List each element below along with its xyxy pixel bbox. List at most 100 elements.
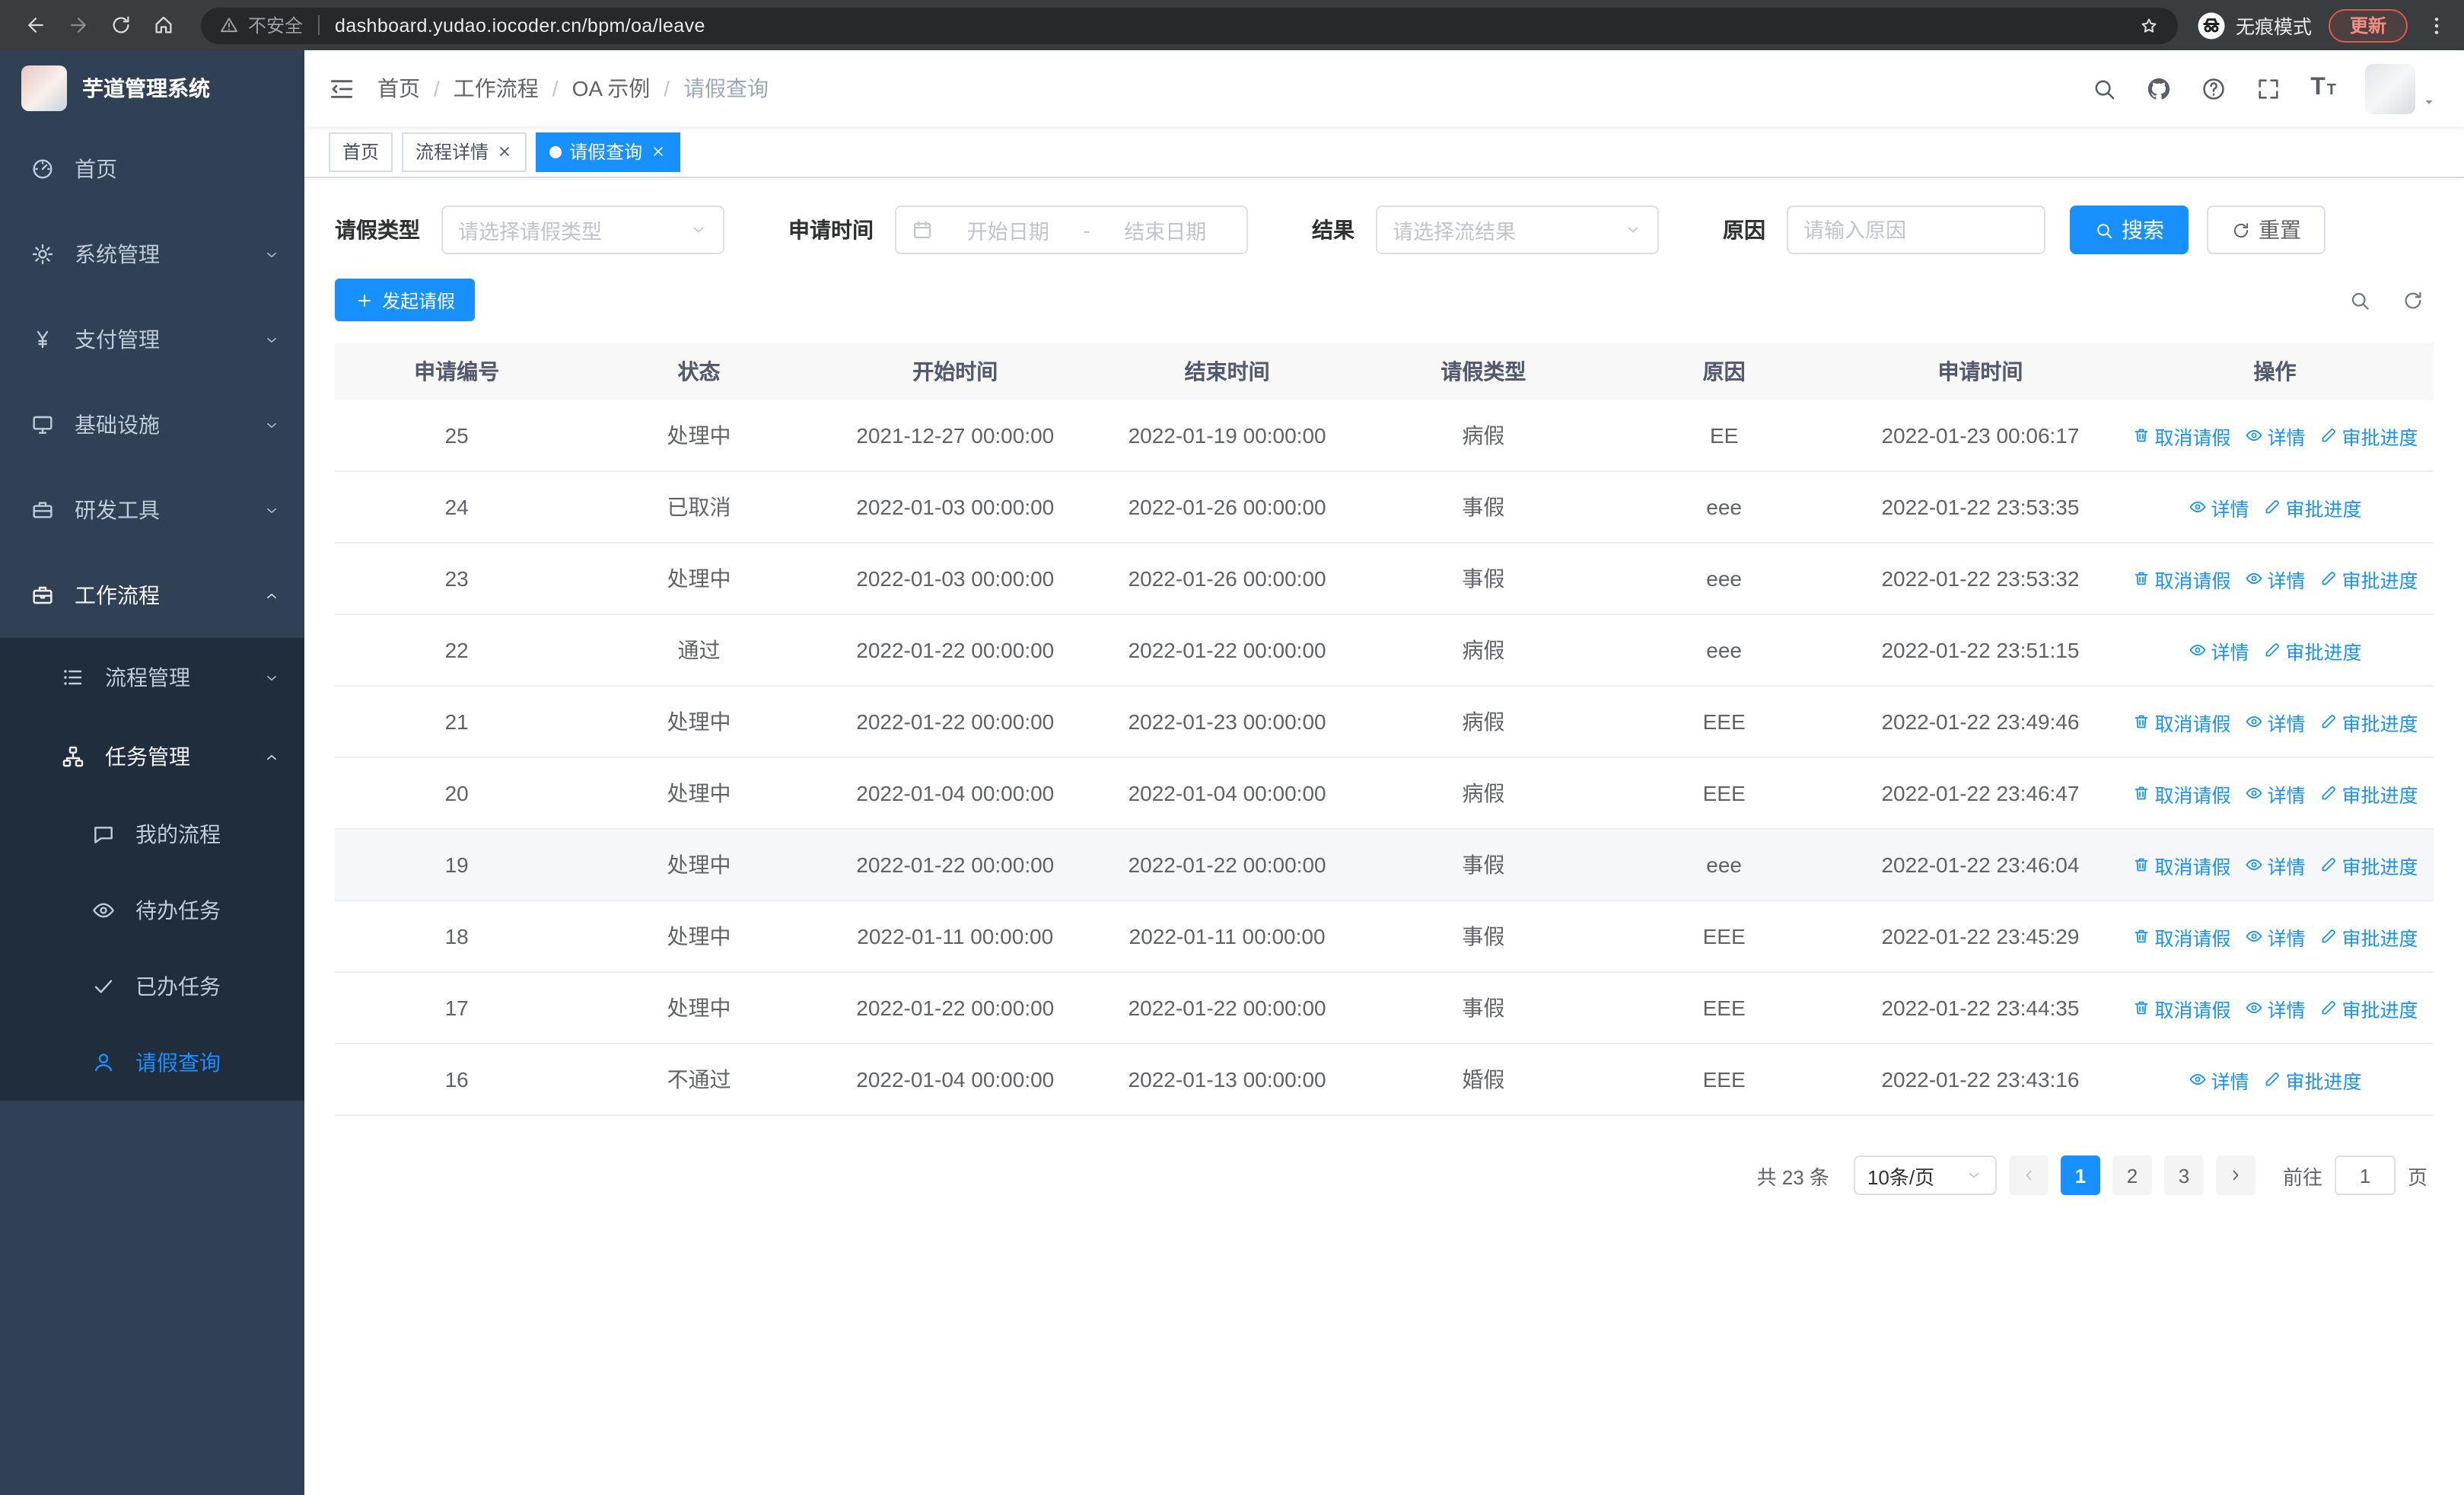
chevron-down-icon (1965, 1166, 1983, 1184)
browser-menu-button[interactable] (2424, 13, 2449, 37)
close-icon[interactable] (650, 143, 667, 160)
sidebar-item-devtools[interactable]: 研发工具 (0, 467, 304, 553)
fullscreen-button[interactable] (2255, 75, 2281, 101)
detail-action-link[interactable]: 详情 (2245, 707, 2306, 736)
sidebar-item-leave-query[interactable]: 请假查询 (0, 1025, 304, 1101)
close-icon[interactable] (496, 143, 513, 160)
forward-icon (66, 14, 89, 37)
column-header: 申请时间 (1937, 359, 2023, 384)
detail-action-link[interactable]: 详情 (2245, 922, 2306, 951)
toggle-search-button[interactable] (2348, 288, 2371, 311)
progress-action-link[interactable]: 审批进度 (2319, 993, 2418, 1022)
bookmark-star-icon[interactable] (2138, 14, 2160, 36)
page-button-1[interactable]: 1 (2060, 1156, 2100, 1195)
progress-action-link[interactable]: 审批进度 (2319, 779, 2418, 808)
sidebar-item-process-mgmt[interactable]: 流程管理 (0, 638, 304, 717)
font-size-button[interactable]: TT (2310, 75, 2336, 102)
progress-action-link[interactable]: 审批进度 (2263, 636, 2362, 665)
action-label: 审批进度 (2341, 999, 2418, 1021)
address-bar[interactable]: 不安全 dashboard.yudao.iocoder.cn/bpm/oa/le… (201, 7, 2178, 43)
cell-end: 2022-01-04 00:00:00 (1128, 781, 1326, 805)
cancel-action-link[interactable]: 取消请假 (2131, 922, 2231, 951)
prev-page-button[interactable] (2008, 1156, 2049, 1195)
browser-reload-button[interactable] (100, 5, 140, 45)
browser-forward-button[interactable] (58, 5, 97, 45)
help-button[interactable] (2201, 75, 2227, 101)
leave-type-select[interactable]: 请选择请假类型 (441, 206, 724, 254)
detail-action-link[interactable]: 详情 (2189, 492, 2249, 521)
apply-time-range-picker[interactable]: 开始日期 - 结束日期 (895, 206, 1248, 254)
sidebar-item-infra[interactable]: 基础设施 (0, 382, 304, 467)
search-button[interactable]: 搜索 (2070, 206, 2189, 254)
security-label: 不安全 (248, 15, 304, 37)
sidebar-logo[interactable]: 芋道管理系统 (0, 50, 304, 126)
progress-action-link[interactable]: 审批进度 (2263, 492, 2362, 521)
sidebar-item-payment[interactable]: 支付管理 (0, 297, 304, 382)
cell-id: 24 (444, 495, 469, 519)
eye-icon (91, 898, 116, 923)
tab-process-detail[interactable]: 流程详情 (402, 132, 527, 171)
result-select[interactable]: 请选择流结果 (1376, 206, 1659, 254)
tab-home[interactable]: 首页 (329, 132, 393, 171)
table-row-16: 16 不通过 2022-01-04 00:00:00 2022-01-13 00:00… (335, 1044, 2434, 1116)
page-button-3[interactable]: 3 (2163, 1156, 2204, 1195)
user-menu[interactable] (2365, 63, 2437, 113)
detail-action-link[interactable]: 详情 (2189, 1065, 2249, 1094)
browser-home-button[interactable] (143, 5, 183, 45)
cell-start: 2022-01-04 00:00:00 (856, 1067, 1055, 1092)
progress-action-link[interactable]: 审批进度 (2319, 564, 2418, 593)
cell-reason: EE (1709, 423, 1739, 448)
page-size-select[interactable]: 10条/页 (1853, 1156, 1997, 1195)
tab-leave-query[interactable]: 请假查询 (536, 132, 681, 171)
next-page-button[interactable] (2215, 1156, 2255, 1195)
cancel-action-link[interactable]: 取消请假 (2131, 779, 2231, 808)
sidebar-collapse-button[interactable] (304, 50, 377, 126)
sidebar-item-workflow[interactable]: 工作流程 (0, 553, 304, 638)
cell-end: 2022-01-22 00:00:00 (1128, 996, 1326, 1020)
breadcrumb-item[interactable]: OA 示例 (572, 73, 651, 104)
cancel-action-link[interactable]: 取消请假 (2131, 707, 2231, 736)
detail-action-link[interactable]: 详情 (2245, 564, 2306, 593)
sidebar-item-done-tasks[interactable]: 已办任务 (0, 948, 304, 1025)
cancel-action-link[interactable]: 取消请假 (2131, 564, 2231, 593)
pagination: 共 23 条 10条/页 123 前往 页 (335, 1156, 2434, 1195)
cell-applied: 2022-01-22 23:46:04 (1881, 853, 2080, 877)
detail-action-link[interactable]: 详情 (2245, 779, 2306, 808)
cancel-action-link[interactable]: 取消请假 (2131, 993, 2231, 1022)
progress-action-link[interactable]: 审批进度 (2319, 707, 2418, 736)
progress-action-link[interactable]: 审批进度 (2263, 1065, 2362, 1094)
detail-action-link[interactable]: 详情 (2245, 993, 2306, 1022)
progress-action-link[interactable]: 审批进度 (2319, 421, 2418, 450)
breadcrumb-item[interactable]: 首页 (377, 73, 420, 104)
reason-input[interactable] (1787, 206, 2045, 254)
table-header-row: 申请编号 状态 开始时间 结束时间 请假类型 原因 申请时间 操作 (335, 343, 2434, 400)
sidebar-item-my-process[interactable]: 我的流程 (0, 796, 304, 872)
breadcrumb-item[interactable]: 工作流程 (454, 73, 539, 104)
progress-action-link[interactable]: 审批进度 (2319, 922, 2418, 951)
reset-button[interactable]: 重置 (2207, 206, 2326, 254)
browser-update-button[interactable]: 更新 (2328, 8, 2408, 42)
github-button[interactable] (2146, 75, 2172, 101)
action-label: 审批进度 (2341, 785, 2418, 806)
sidebar-item-home[interactable]: 首页 (0, 126, 304, 212)
search-icon (2348, 288, 2371, 311)
sidebar-item-system[interactable]: 系统管理 (0, 212, 304, 297)
detail-action-link[interactable]: 详情 (2189, 636, 2249, 665)
sidebar-item-task-mgmt[interactable]: 任务管理 (0, 717, 304, 796)
cancel-action-link[interactable]: 取消请假 (2131, 850, 2231, 879)
table-toolbar: 发起请假 (335, 279, 2434, 321)
detail-action-link[interactable]: 详情 (2245, 850, 2306, 879)
tab-label: 请假查询 (569, 142, 643, 163)
progress-action-link[interactable]: 审批进度 (2319, 850, 2418, 879)
header-search-button[interactable] (2091, 75, 2117, 101)
goto-page-input[interactable] (2334, 1156, 2396, 1195)
page-button-2[interactable]: 2 (2112, 1156, 2152, 1195)
sidebar-item-todo-tasks[interactable]: 待办任务 (0, 872, 304, 948)
browser-back-button[interactable] (15, 5, 55, 45)
create-leave-button[interactable]: 发起请假 (335, 279, 476, 321)
detail-action-link[interactable]: 详情 (2245, 421, 2306, 450)
cancel-action-link[interactable]: 取消请假 (2131, 421, 2231, 450)
refresh-table-button[interactable] (2402, 288, 2424, 311)
collapse-icon (326, 74, 355, 103)
url-divider (318, 15, 320, 35)
